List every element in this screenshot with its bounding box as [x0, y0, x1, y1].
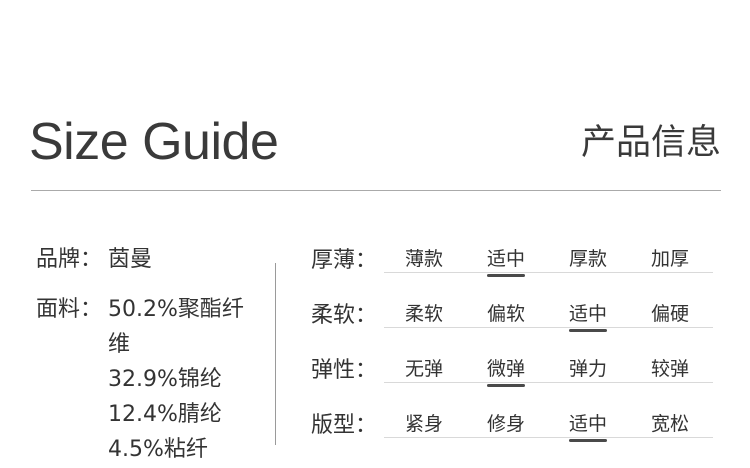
option-label: 偏硬 — [651, 303, 690, 325]
basic-info-panel: 品牌： 茵曼 面料： 50.2%聚酯纤 维 32.9%锦纶 12.4%腈纶 4.… — [36, 242, 266, 467]
fabric-line: 4.5%粘纤 — [108, 437, 208, 462]
fabric-label: 面料： — [36, 297, 103, 322]
option-label: 柔软 — [405, 303, 444, 325]
brand-row: 品牌： 茵曼 — [36, 242, 266, 278]
selected-option-label: 适中 — [569, 413, 608, 442]
fabric-line: 维 — [108, 332, 131, 357]
header-divider — [31, 190, 721, 191]
fabric-line: 32.9%锦纶 — [108, 367, 222, 392]
option-label: 厚款 — [569, 248, 608, 270]
scale-line — [384, 272, 713, 273]
thickness-row: 厚薄： 薄款 适中 厚款 加厚 — [311, 241, 713, 296]
size-guide-title: Size Guide — [29, 113, 279, 171]
brand-label: 品牌： — [36, 247, 103, 272]
option-label: 加厚 — [651, 248, 690, 270]
column-divider — [275, 263, 276, 445]
option-label: 薄款 — [405, 248, 444, 270]
selected-option-label: 适中 — [487, 248, 526, 277]
fabric-line: 50.2%聚酯纤 — [108, 297, 244, 322]
attribute-table: 厚薄： 薄款 适中 厚款 加厚 柔软： 柔软 偏软 适中 偏硬 弹性： 无弹 微… — [311, 241, 713, 461]
option-label: 弹力 — [569, 358, 608, 380]
fit-label: 版型： — [311, 413, 378, 438]
option-label: 宽松 — [651, 413, 690, 435]
fabric-composition: 50.2%聚酯纤 维 32.9%锦纶 12.4%腈纶 4.5%粘纤 — [108, 292, 244, 467]
option-label: 紧身 — [405, 413, 444, 435]
fabric-row: 面料： 50.2%聚酯纤 维 32.9%锦纶 12.4%腈纶 4.5%粘纤 — [36, 292, 266, 467]
product-info-title: 产品信息 — [580, 123, 721, 163]
option-label: 修身 — [487, 413, 526, 435]
selected-option-label: 微弹 — [487, 358, 526, 387]
option-label: 偏软 — [487, 303, 526, 325]
elasticity-row: 弹性： 无弹 微弹 弹力 较弹 — [311, 351, 713, 406]
thickness-label: 厚薄： — [311, 248, 378, 273]
fit-row: 版型： 紧身 修身 适中 宽松 — [311, 406, 713, 461]
scale-line — [384, 437, 713, 438]
softness-row: 柔软： 柔软 偏软 适中 偏硬 — [311, 296, 713, 351]
scale-line — [384, 382, 713, 383]
brand-value: 茵曼 — [108, 247, 153, 272]
option-label: 无弹 — [405, 358, 444, 380]
fabric-line: 12.4%腈纶 — [108, 402, 222, 427]
option-label: 较弹 — [651, 358, 690, 380]
elasticity-label: 弹性： — [311, 358, 378, 383]
softness-label: 柔软： — [311, 303, 378, 328]
selected-option-label: 适中 — [569, 303, 608, 332]
scale-line — [384, 327, 713, 328]
